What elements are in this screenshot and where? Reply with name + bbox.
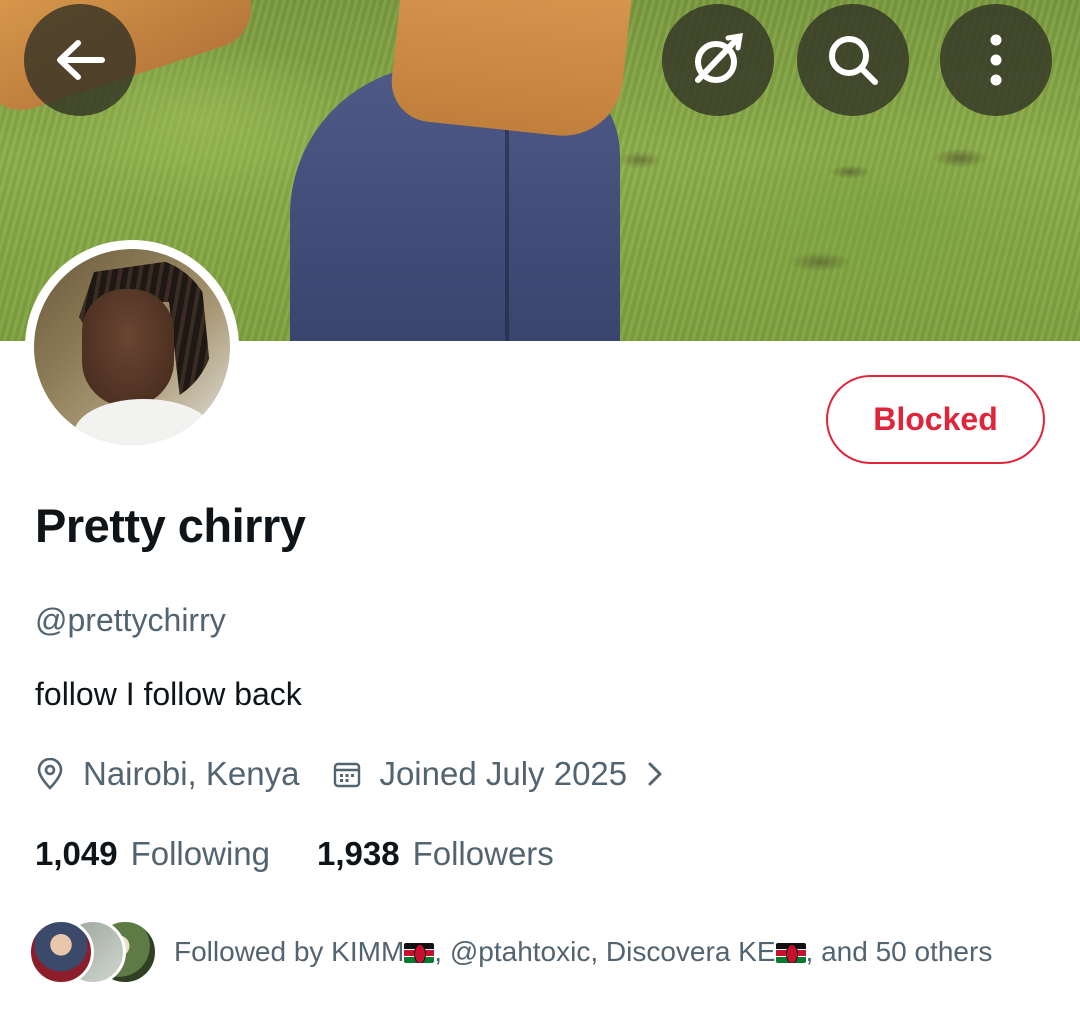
bio: follow I follow back [35, 676, 302, 712]
profile-meta: Nairobi, Kenya Joined July 2025 [35, 752, 681, 796]
location-text: Nairobi, Kenya [83, 755, 300, 792]
search-button[interactable] [797, 4, 909, 116]
followers-link[interactable]: 1,938 Followers [317, 835, 554, 873]
grok-button[interactable] [662, 4, 774, 116]
handle: @prettychirry [35, 602, 226, 638]
avatar[interactable] [25, 240, 239, 454]
grok-icon [695, 32, 744, 83]
display-name: Pretty chirry [35, 499, 306, 552]
banner-photo-detail [387, 0, 633, 142]
banner-photo-detail [505, 100, 509, 341]
following-count: 1,049 [35, 835, 118, 872]
search-icon [829, 36, 878, 85]
joined-item[interactable]: Joined July 2025 [333, 755, 681, 793]
more-button[interactable] [940, 4, 1052, 116]
followers-you-know-avatars [28, 916, 162, 988]
kenya-flag-icon [404, 943, 435, 963]
followers-count: 1,938 [317, 835, 400, 872]
following-link[interactable]: 1,049 Following [35, 835, 270, 873]
followed-by-suffix: , and 50 others [805, 936, 993, 967]
kenya-flag-icon [775, 943, 806, 963]
follow-stats: 1,049 Following 1,938 Followers [35, 832, 554, 876]
arrow-left-icon [57, 40, 105, 80]
avatar [28, 919, 94, 985]
location-pin-icon [37, 758, 63, 790]
followed-by-prefix: Followed by KIMM [174, 936, 405, 967]
following-label: Following [130, 835, 270, 872]
followed-by-row[interactable]: Followed by KIMM , @ptahtoxic, Discovera … [28, 916, 992, 988]
joined-text: Joined July 2025 [379, 755, 628, 792]
chevron-right-icon [647, 761, 681, 787]
followed-by-middle: , @ptahtoxic, Discovera KE [434, 936, 776, 967]
followed-by-text: Followed by KIMM , @ptahtoxic, Discovera … [174, 936, 992, 968]
blocked-button[interactable]: Blocked [826, 375, 1045, 464]
calendar-icon [334, 762, 361, 788]
more-vertical-icon [990, 34, 1002, 86]
followers-label: Followers [412, 835, 554, 872]
avatar-photo [34, 249, 230, 445]
back-button[interactable] [24, 4, 136, 116]
blocked-button-label: Blocked [873, 401, 998, 437]
location-item: Nairobi, Kenya [35, 755, 299, 793]
